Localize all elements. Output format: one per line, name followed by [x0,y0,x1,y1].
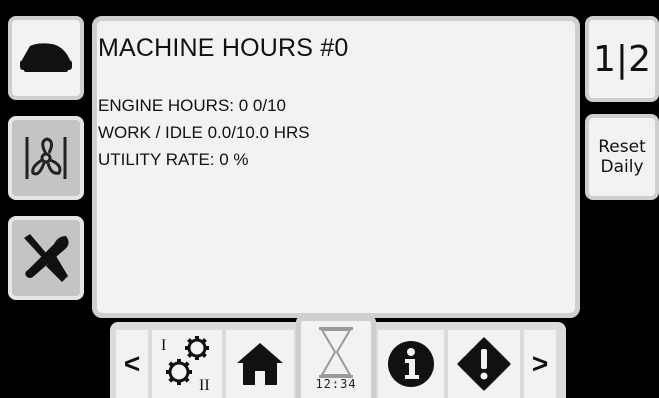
fan-icon [25,137,67,179]
prev-arrow: < [123,348,141,379]
gears-icon: I II [161,336,210,394]
warning-icon [457,337,511,391]
home-icon [237,343,283,385]
engine-hours-text: ENGINE HOURS: 0 0/10 [98,96,287,115]
fan-button[interactable] [8,116,84,200]
next-arrow: > [531,348,549,379]
hourglass-icon [319,327,353,378]
prev-page-button[interactable]: < [116,330,148,398]
info-icon [388,341,434,387]
info-button[interactable] [378,330,444,398]
tools-icon [24,234,69,282]
warning-button[interactable] [448,330,520,398]
next-page-button[interactable]: > [524,330,556,398]
reset-label: Reset [598,137,646,157]
timer-button[interactable]: 12:34 [296,316,376,398]
utility-rate-text: UTILITY RATE: 0 % [98,150,249,169]
home-button[interactable] [226,330,294,398]
clock-text: 12:34 [315,377,357,391]
gear-mark-2: II [199,377,210,394]
gears-button[interactable]: I II [152,330,222,398]
work-idle-text: WORK / IDLE 0.0/10.0 HRS [98,123,310,142]
page-indicator: 1|2 [593,38,651,80]
machine-icon [20,43,72,72]
page-toggle-button[interactable]: 1|2 [585,16,659,102]
page-title: MACHINE HOURS #0 [98,34,349,62]
daily-label: Daily [600,157,644,177]
machine-button[interactable] [8,16,84,100]
reset-daily-button[interactable]: Reset Daily [585,114,659,200]
gear-mark-1: I [161,337,166,354]
tools-button[interactable] [8,216,84,300]
